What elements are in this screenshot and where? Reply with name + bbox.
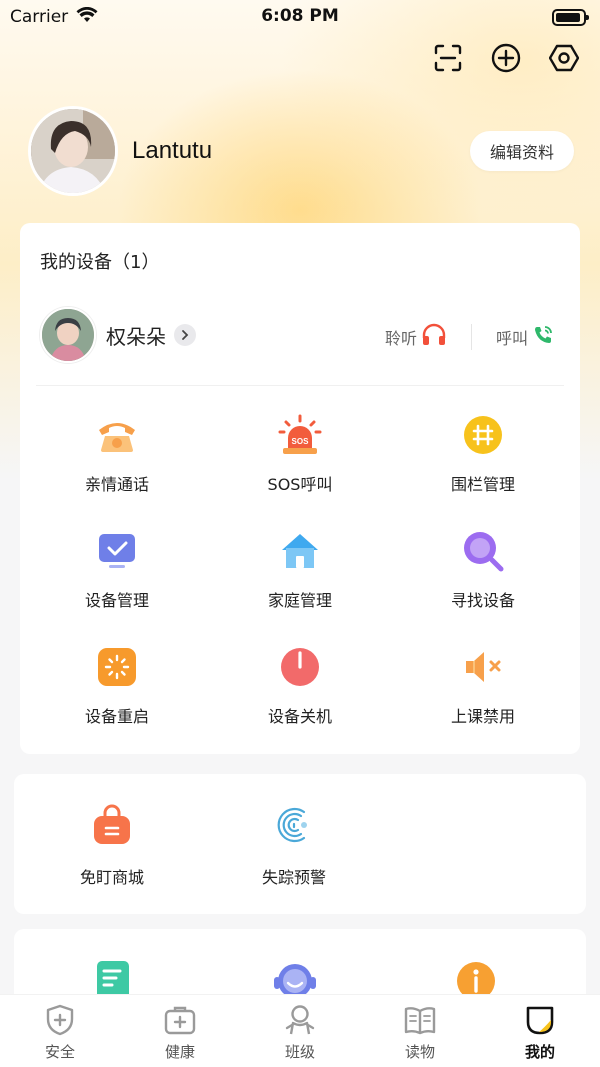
- tab-label: 班级: [284, 1043, 315, 1061]
- restart-icon: [95, 645, 139, 689]
- fence-icon: [461, 413, 505, 457]
- grid-item-device-restart[interactable]: 设备重启: [24, 645, 210, 745]
- grid-label: 设备关机: [267, 707, 332, 726]
- search-device-icon: [461, 529, 505, 573]
- monitor-check-icon: [95, 529, 139, 573]
- grid-item-family-management[interactable]: 家庭管理: [207, 529, 393, 629]
- tab-mine[interactable]: 我的: [480, 995, 600, 1067]
- grid-item-sos-call[interactable]: SOS SOS呼叫: [207, 413, 393, 513]
- tab-class[interactable]: 班级: [240, 995, 360, 1067]
- edit-profile-button[interactable]: 编辑资料: [470, 131, 574, 171]
- grid-item-family-call[interactable]: 亲情通话: [24, 413, 210, 513]
- grid-label: 设备重启: [84, 707, 149, 726]
- tab-label: 健康: [164, 1043, 195, 1061]
- avatar[interactable]: [28, 106, 118, 196]
- phone-call-icon: [532, 324, 554, 350]
- device-avatar: [40, 307, 96, 363]
- listen-label: 聆听: [384, 329, 417, 348]
- tab-label: 我的: [524, 1043, 555, 1061]
- profile-icon: [523, 1003, 557, 1037]
- fingerprint-icon: [274, 804, 314, 850]
- status-bar: Carrier 6:08 PM: [0, 0, 600, 34]
- tab-label: 读物: [404, 1043, 435, 1061]
- grid-item-device-shutdown[interactable]: 设备关机: [207, 645, 393, 745]
- device-actions: 聆听 呼叫: [385, 323, 554, 351]
- tab-health[interactable]: 健康: [120, 995, 240, 1067]
- chevron-right-icon[interactable]: [174, 324, 196, 346]
- top-actions: [432, 42, 580, 74]
- profile-header: Lantutu: [28, 106, 212, 196]
- grid-label: 围栏管理: [450, 475, 515, 494]
- settings-hex-icon[interactable]: [548, 42, 580, 74]
- battery-icon: [552, 8, 589, 26]
- call-label: 呼叫: [495, 329, 528, 348]
- listen-button[interactable]: 聆听: [385, 323, 447, 351]
- service-label: 失踪预警: [261, 868, 326, 887]
- tab-label: 安全: [44, 1043, 75, 1061]
- tab-bar: 安全 健康 班级 读物 我的: [0, 994, 600, 1067]
- sos-alarm-icon: SOS: [278, 413, 322, 457]
- devices-title: 我的设备（1）: [40, 252, 160, 273]
- grid-label: 家庭管理: [267, 591, 332, 610]
- tab-reading[interactable]: 读物: [360, 995, 480, 1067]
- service-item-mall[interactable]: 免盯商城: [42, 804, 182, 888]
- book-icon: [403, 1003, 437, 1037]
- grid-label: 寻找设备: [450, 591, 515, 610]
- grid-label: 上课禁用: [450, 707, 515, 726]
- devices-divider: [36, 385, 564, 386]
- shopping-bag-icon: [91, 804, 133, 850]
- mute-icon: [461, 645, 505, 689]
- headphones-icon: [421, 323, 447, 351]
- grid-item-fence-management[interactable]: 围栏管理: [390, 413, 576, 513]
- carrier-label: Carrier: [10, 7, 69, 27]
- scan-icon[interactable]: [432, 42, 464, 74]
- call-button[interactable]: 呼叫: [496, 324, 554, 350]
- grid-label: SOS呼叫: [267, 475, 333, 494]
- grid-label: 设备管理: [84, 591, 149, 610]
- device-row[interactable]: 权朵朵 聆听 呼叫: [40, 307, 560, 363]
- device-actions-separator: [470, 324, 472, 350]
- svg-text:SOS: SOS: [292, 437, 310, 446]
- medkit-icon: [163, 1003, 197, 1037]
- service-label: 免盯商城: [79, 868, 144, 887]
- profile-name: Lantutu: [132, 137, 213, 164]
- home-icon: [278, 529, 322, 573]
- tab-safety[interactable]: 安全: [0, 995, 120, 1067]
- add-circle-icon[interactable]: [490, 42, 522, 74]
- class-icon: [283, 1003, 317, 1037]
- grid-label: 亲情通话: [84, 475, 149, 494]
- power-icon: [278, 645, 322, 689]
- service-item-missing-alert[interactable]: 失踪预警: [224, 804, 364, 888]
- phone-icon: [95, 413, 139, 457]
- devices-card: 我的设备（1） 权朵朵 聆听 呼叫 亲情通话 SOS SOS呼叫 围栏管理 设备…: [20, 223, 580, 754]
- grid-item-device-management[interactable]: 设备管理: [24, 529, 210, 629]
- shield-icon: [43, 1003, 77, 1037]
- grid-item-find-device[interactable]: 寻找设备: [390, 529, 576, 629]
- grid-item-class-mode[interactable]: 上课禁用: [390, 645, 576, 745]
- wifi-icon: [76, 6, 98, 28]
- services-card: 免盯商城 失踪预警: [14, 774, 586, 914]
- device-name: 权朵朵: [106, 324, 166, 349]
